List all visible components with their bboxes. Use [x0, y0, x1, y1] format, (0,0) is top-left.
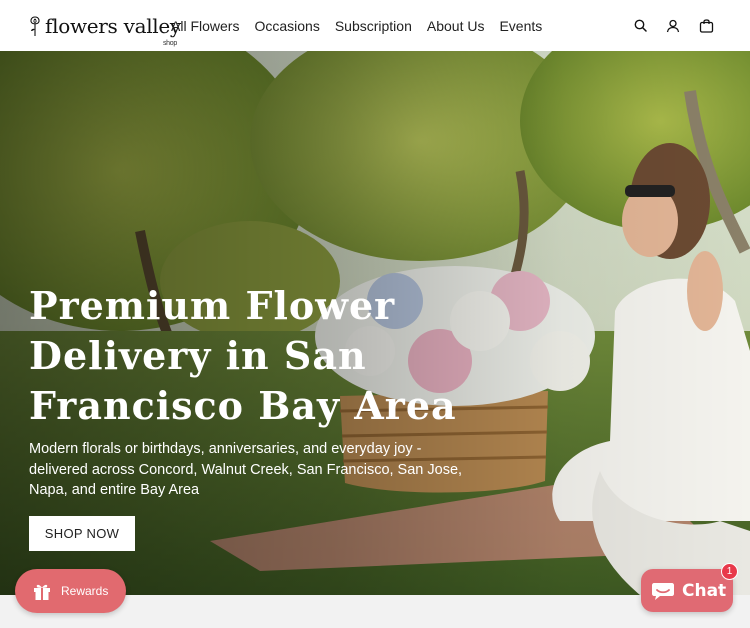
brand-logo[interactable]: flowers valley shop: [28, 12, 181, 47]
site-header: flowers valley shop All Flowers Occasion…: [0, 0, 750, 51]
chat-button[interactable]: Chat: [641, 569, 733, 612]
chat-bubble-icon: [652, 582, 674, 600]
nav-item-subscription[interactable]: Subscription: [335, 18, 412, 34]
chat-label: Chat: [682, 580, 727, 601]
hero-title-line: Delivery in San: [29, 333, 367, 378]
hero-subtitle-line: Napa, and entire Bay Area: [29, 482, 200, 498]
header-icons: [632, 0, 714, 51]
hero-subtitle-line: Modern florals or birthdays, anniversari…: [29, 441, 422, 457]
chat-notification-badge: 1: [721, 563, 738, 580]
hero-title-line: Premium Flower: [29, 283, 396, 328]
nav-item-events[interactable]: Events: [499, 18, 542, 34]
cart-icon[interactable]: [698, 18, 714, 34]
account-icon[interactable]: [665, 18, 681, 34]
hero-title: Premium Flower Delivery in San Francisco…: [29, 281, 499, 431]
main-nav: All Flowers Occasions Subscription About…: [171, 0, 557, 51]
search-icon[interactable]: [632, 18, 648, 34]
shop-now-button[interactable]: SHOP NOW: [29, 516, 135, 551]
rewards-label: Rewards: [61, 584, 109, 598]
rose-logo-icon: [30, 16, 40, 36]
brand-wordmark: flowers valley: [45, 14, 181, 38]
nav-item-occasions[interactable]: Occasions: [254, 18, 319, 34]
brand-name: flowers valley shop: [45, 14, 181, 47]
nav-item-all-flowers[interactable]: All Flowers: [171, 18, 239, 34]
hero-banner: Premium Flower Delivery in San Francisco…: [0, 51, 750, 595]
hero-subtitle-line: delivered across Concord, Walnut Creek, …: [29, 461, 463, 478]
hero-title-line: Francisco Bay Area: [29, 383, 457, 428]
nav-item-about-us[interactable]: About Us: [427, 18, 485, 34]
gift-icon: [34, 584, 50, 600]
rewards-button[interactable]: Rewards: [15, 569, 126, 613]
hero-subtitle: Modern florals or birthdays, anniversari…: [29, 439, 469, 501]
